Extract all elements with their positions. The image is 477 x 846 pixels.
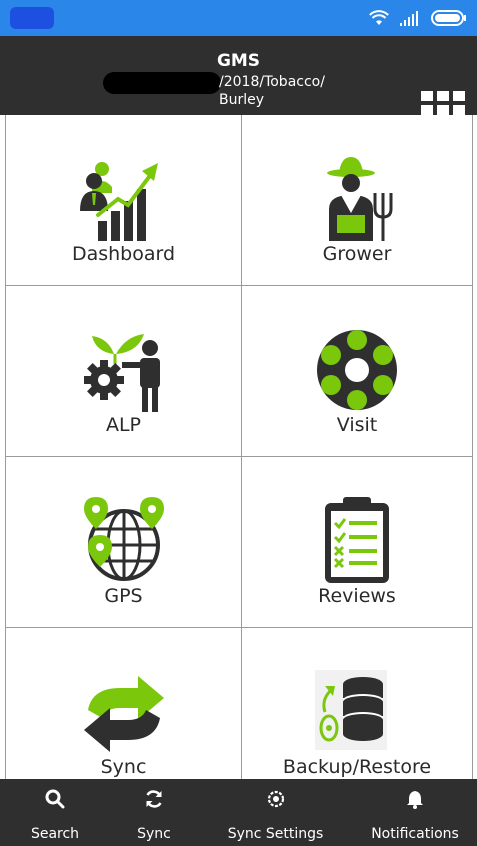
nav-sync-settings[interactable]: Sync Settings (198, 779, 353, 846)
tile-gps[interactable]: GPS (5, 457, 242, 628)
tile-label: Reviews (318, 585, 396, 607)
tile-alp[interactable]: ALP (5, 286, 242, 457)
sync-settings-icon (267, 790, 284, 808)
bell-icon (407, 791, 423, 809)
visit-icon (311, 324, 403, 416)
tile-visit[interactable]: Visit (242, 286, 473, 457)
tile-label: Dashboard (71, 243, 176, 265)
tile-dashboard[interactable]: Dashboard (5, 115, 242, 286)
tile-label: Visit (336, 414, 378, 436)
nav-label: Sync (137, 826, 171, 842)
tile-reviews[interactable]: Reviews (242, 457, 473, 628)
tile-label: Backup/Restore (282, 756, 432, 778)
tile-sync[interactable]: Sync (5, 628, 242, 779)
search-icon (45, 789, 65, 809)
alp-icon (78, 324, 170, 416)
tile-label: Grower (322, 243, 392, 265)
tile-grower[interactable]: Grower (242, 115, 473, 286)
signal-icon (400, 11, 418, 26)
status-bar (0, 0, 477, 36)
wifi-icon (369, 10, 389, 25)
reviews-icon (311, 495, 403, 587)
app-header: GMS /2018/Tobacco/ Burley (0, 36, 477, 129)
nav-search[interactable]: Search (0, 779, 110, 846)
dashboard-icon (78, 153, 170, 245)
module-grid: Dashboard Grower ALP Visit GPS Reviews S… (5, 115, 473, 779)
status-indicator (10, 7, 54, 29)
bottom-nav: Search Sync Sync Settings Notifications (0, 779, 477, 846)
sync-icon (146, 790, 162, 808)
grower-icon (311, 153, 403, 245)
battery-icon (431, 10, 466, 26)
context-path-line2: Burley (219, 92, 265, 108)
app-title: GMS (216, 51, 261, 71)
context-path: /2018/Tobacco/ Burley (219, 73, 379, 109)
context-path-line1: /2018/Tobacco/ (219, 74, 325, 90)
nav-sync[interactable]: Sync (110, 779, 198, 846)
gps-icon (78, 495, 170, 587)
nav-label: Search (30, 826, 80, 842)
nav-label: Notifications (371, 826, 459, 842)
nav-notifications[interactable]: Notifications (353, 779, 477, 846)
nav-label: Sync Settings (227, 826, 324, 842)
backup-restore-icon (311, 666, 403, 758)
tile-label: GPS (104, 585, 143, 607)
tile-label: ALP (105, 414, 142, 436)
status-icons (369, 7, 467, 29)
tile-backup-restore[interactable]: Backup/Restore (242, 628, 473, 779)
tile-label: Sync (100, 756, 147, 778)
sync-icon (78, 666, 170, 758)
redacted-text (103, 72, 221, 94)
